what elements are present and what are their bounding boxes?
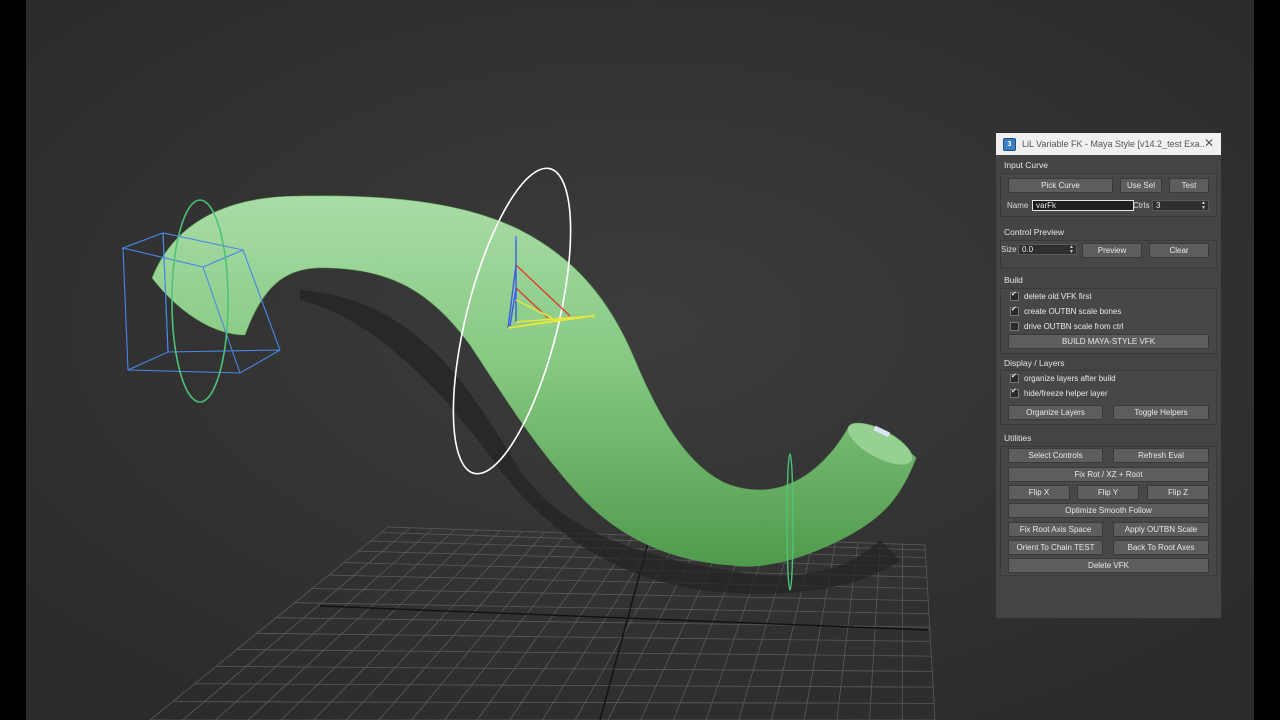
flip-z-button[interactable]: Flip Z <box>1147 485 1209 500</box>
back-to-root-axes-button[interactable]: Back To Root Axes <box>1113 540 1209 555</box>
build-vfk-button[interactable]: BUILD MAYA-STYLE VFK <box>1008 334 1209 349</box>
checkbox[interactable] <box>1010 387 1019 398</box>
option-label: hide/freeze helper layer <box>1024 389 1108 398</box>
spinner-arrows-icon[interactable]: ▲ ▼ <box>1069 245 1074 255</box>
test-button[interactable]: Test <box>1169 178 1209 193</box>
gizmo-axis-x-label: x <box>592 313 596 320</box>
apply-outbn-scale-button[interactable]: Apply OUTBN Scale <box>1113 522 1209 537</box>
display-layers-header: Display / Layers <box>1004 358 1065 368</box>
checkbox[interactable] <box>1010 372 1019 383</box>
flip-x-button[interactable]: Flip X <box>1008 485 1070 500</box>
refresh-eval-button[interactable]: Refresh Eval <box>1113 448 1209 463</box>
option-drive-outbn-scale[interactable]: drive OUTBN scale from ctrl <box>1010 322 1124 331</box>
checkbox[interactable] <box>1010 290 1019 301</box>
option-label: delete old VFK first <box>1024 292 1092 301</box>
name-label: Name <box>1007 201 1029 210</box>
letterbox-right <box>1254 0 1280 720</box>
organize-layers-button[interactable]: Organize Layers <box>1008 405 1103 420</box>
window-title: LiL Variable FK - Maya Style [v14.2_test… <box>1022 139 1204 149</box>
close-icon[interactable]: ✕ <box>1204 137 1214 149</box>
ctrls-label: Ctrls <box>1133 201 1150 210</box>
delete-vfk-button[interactable]: Delete VFK <box>1008 558 1209 573</box>
app-icon: 3 <box>1003 137 1016 151</box>
orient-to-chain-test-button[interactable]: Orient To Chain TEST <box>1008 540 1103 555</box>
optimize-smooth-follow-button[interactable]: Optimize Smooth Follow <box>1008 503 1209 518</box>
checkbox[interactable] <box>1010 305 1019 316</box>
flip-y-button[interactable]: Flip Y <box>1077 485 1139 500</box>
pick-curve-button[interactable]: Pick Curve <box>1008 178 1113 193</box>
option-organize-layers-after-build[interactable]: organize layers after build <box>1010 372 1116 383</box>
build-header: Build <box>1004 275 1023 285</box>
use-sel-button[interactable]: Use Sel <box>1120 178 1162 193</box>
option-create-outbn-scale-bones[interactable]: create OUTBN scale bones <box>1010 305 1122 316</box>
clear-button[interactable]: Clear <box>1149 243 1209 258</box>
ctrls-spinner[interactable]: 3 ▲ ▼ <box>1152 200 1209 211</box>
size-label: Size <box>1001 245 1017 254</box>
size-value: 0.0 <box>1022 245 1034 254</box>
option-label: organize layers after build <box>1024 374 1116 383</box>
input-curve-header: Input Curve <box>1004 160 1048 170</box>
select-controls-button[interactable]: Select Controls <box>1008 448 1103 463</box>
panel-titlebar[interactable]: 3 LiL Variable FK - Maya Style [v14.2_te… <box>996 133 1221 155</box>
fix-rot-button[interactable]: Fix Rot / XZ + Root <box>1008 467 1209 482</box>
name-field[interactable]: varFk <box>1032 200 1134 211</box>
spinner-arrows-icon[interactable]: ▲ ▼ <box>1201 201 1206 211</box>
ctrls-value: 3 <box>1156 201 1161 210</box>
letterbox-left <box>0 0 26 720</box>
control-preview-header: Control Preview <box>1004 227 1064 237</box>
fix-root-axis-space-button[interactable]: Fix Root Axis Space <box>1008 522 1103 537</box>
option-delete-old-vfk[interactable]: delete old VFK first <box>1010 290 1092 301</box>
gizmo-axis-z-label: z <box>514 235 518 242</box>
option-label: drive OUTBN scale from ctrl <box>1024 322 1124 331</box>
preview-button[interactable]: Preview <box>1082 243 1142 258</box>
utilities-header: Utilities <box>1004 433 1032 443</box>
vfk-tool-panel: 3 LiL Variable FK - Maya Style [v14.2_te… <box>995 132 1222 619</box>
checkbox[interactable] <box>1010 322 1019 331</box>
size-spinner[interactable]: 0.0 ▲ ▼ <box>1018 244 1077 255</box>
toggle-helpers-button[interactable]: Toggle Helpers <box>1113 405 1209 420</box>
option-hide-freeze-helper-layer[interactable]: hide/freeze helper layer <box>1010 387 1108 398</box>
option-label: create OUTBN scale bones <box>1024 307 1122 316</box>
